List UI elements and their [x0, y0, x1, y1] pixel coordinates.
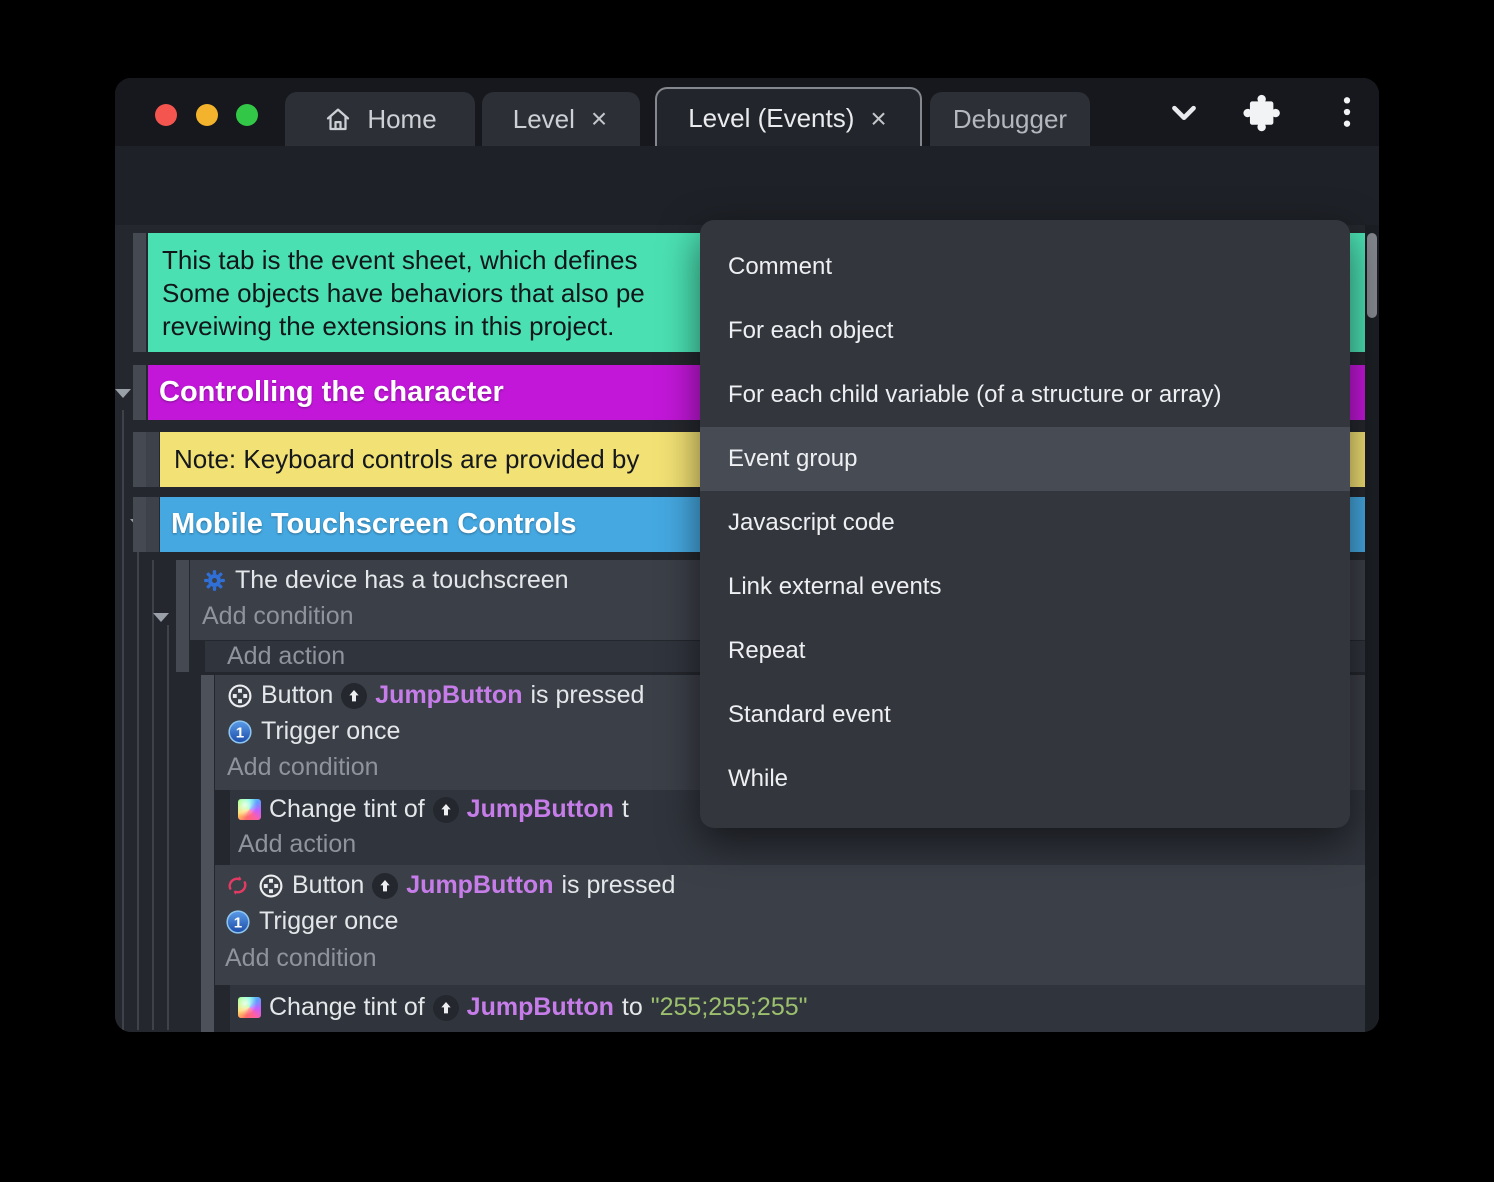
action-verb: Change tint of — [269, 795, 425, 823]
menu-item-standard-event[interactable]: Standard event — [700, 683, 1350, 747]
event-actions[interactable]: Change tint of JumpButton to "255;255;25… — [230, 985, 1365, 1032]
tree-line — [122, 410, 124, 1030]
event-margin[interactable] — [133, 497, 146, 552]
tint-swatch-icon — [238, 799, 261, 820]
add-event-context-menu: Comment For each object For each child v… — [700, 220, 1350, 828]
up-arrow-badge-icon — [432, 796, 459, 823]
menu-item-while[interactable]: While — [700, 747, 1350, 811]
note-text: Note: Keyboard controls are provided by — [174, 444, 640, 474]
tree-line — [167, 625, 169, 1030]
group-title: Mobile Touchscreen Controls — [171, 508, 577, 540]
traffic-minimize-button[interactable] — [196, 104, 218, 126]
condition-object[interactable]: Button — [292, 871, 364, 900]
scrollbar-track[interactable] — [1365, 225, 1379, 1032]
event-margin[interactable] — [146, 432, 159, 487]
invert-icon — [228, 876, 247, 895]
gamepad-icon — [259, 874, 283, 897]
collapse-triangle-icon[interactable] — [115, 389, 131, 398]
svg-text:1: 1 — [234, 914, 242, 931]
scrollbar-thumb[interactable] — [1367, 233, 1377, 318]
menu-item-for-each-object[interactable]: For each object — [700, 299, 1350, 363]
tree-line — [137, 530, 139, 1030]
menu-item-for-each-child-variable[interactable]: For each child variable (of a structure … — [700, 363, 1350, 427]
screen: Home Level × Level (Events) × Debugger T… — [0, 0, 1494, 1182]
chevron-down-icon — [1172, 105, 1196, 121]
event-margin[interactable] — [201, 865, 214, 1032]
menu-item-event-group[interactable]: Event group — [700, 427, 1350, 491]
condition-predicate[interactable]: is pressed — [561, 871, 675, 900]
condition-text[interactable]: The device has a touchscreen — [235, 566, 569, 595]
tab-debugger-label: Debugger — [952, 103, 1068, 134]
instance-name[interactable]: JumpButton — [375, 681, 522, 710]
event-margin[interactable] — [201, 675, 214, 865]
kebab-menu-icon — [1343, 97, 1351, 127]
action-verb: Change tint of — [269, 993, 425, 1021]
close-icon[interactable]: × — [868, 104, 888, 133]
event-block[interactable]: Button JumpButton is pressed 1 Trigger o… — [215, 865, 1365, 985]
menu-item-javascript-code[interactable]: Javascript code — [700, 491, 1350, 555]
event-margin[interactable] — [133, 365, 146, 420]
condition-predicate[interactable]: is pressed — [530, 681, 644, 710]
gamepad-icon — [228, 684, 252, 707]
condition-text[interactable]: Trigger once — [261, 717, 400, 746]
tree-line — [152, 560, 154, 1030]
collapse-triangle-icon[interactable] — [153, 613, 169, 622]
addons-button[interactable] — [1241, 78, 1283, 146]
puzzle-icon — [1243, 94, 1280, 132]
tab-home-label: Home — [367, 103, 437, 134]
close-icon[interactable]: × — [589, 105, 609, 133]
menu-item-link-external-events[interactable]: Link external events — [700, 555, 1350, 619]
up-arrow-badge-icon — [341, 682, 368, 709]
tab-level-events-label: Level (Events) — [688, 103, 855, 133]
tab-debugger[interactable]: Debugger — [930, 92, 1090, 146]
trigger-once-icon: 1 — [226, 909, 250, 934]
tab-overflow-button[interactable] — [1161, 78, 1207, 146]
add-condition-link[interactable]: Add condition — [225, 944, 1365, 973]
event-margin[interactable] — [146, 497, 159, 552]
home-icon — [323, 104, 353, 134]
action-row[interactable]: Change tint of JumpButton to "255;255;25… — [238, 993, 1365, 1022]
menu-item-repeat[interactable]: Repeat — [700, 619, 1350, 683]
tab-level[interactable]: Level × — [482, 92, 640, 146]
action-tail: t — [621, 795, 629, 823]
traffic-close-button[interactable] — [155, 104, 177, 126]
tab-level-events[interactable]: Level (Events) × — [655, 87, 922, 148]
trigger-once-icon: 1 — [228, 719, 252, 744]
traffic-zoom-button[interactable] — [236, 104, 258, 126]
gear-icon — [204, 570, 225, 591]
up-arrow-badge-icon — [372, 872, 399, 899]
tint-swatch-icon — [238, 997, 261, 1018]
menu-item-comment[interactable]: Comment — [700, 235, 1350, 299]
event-margin[interactable] — [176, 560, 189, 672]
action-value: "255;255;255" — [650, 993, 808, 1021]
instance-name: JumpButton — [466, 795, 614, 823]
tab-bar: Home Level × Level (Events) × Debugger — [115, 78, 1379, 148]
up-arrow-badge-icon — [432, 994, 459, 1021]
event-margin[interactable] — [133, 233, 146, 352]
group-title: Controlling the character — [159, 376, 504, 408]
action-to: to — [621, 993, 643, 1021]
svg-text:1: 1 — [236, 724, 244, 741]
window-menu-button[interactable] — [1327, 78, 1367, 146]
tab-home[interactable]: Home — [285, 92, 475, 146]
condition-object[interactable]: Button — [261, 681, 333, 710]
instance-name: JumpButton — [466, 993, 614, 1021]
add-action-link[interactable]: Add action — [238, 1030, 1365, 1032]
event-margin[interactable] — [133, 432, 146, 487]
toolbar — [115, 146, 1379, 289]
tab-level-label: Level — [512, 103, 575, 134]
add-action-link[interactable]: Add action — [238, 830, 1365, 859]
condition-text[interactable]: Trigger once — [259, 907, 398, 936]
instance-name[interactable]: JumpButton — [406, 871, 553, 900]
